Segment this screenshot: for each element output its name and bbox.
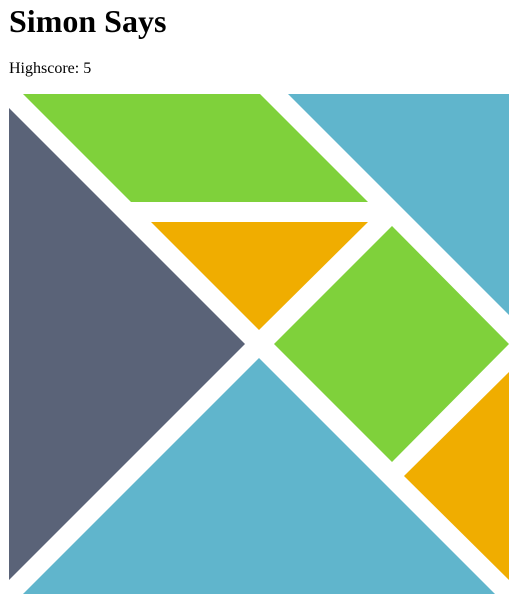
simon-says-page: Simon Says Highscore: 5 xyxy=(0,0,519,605)
tangram-svg xyxy=(9,94,509,594)
tangram-board xyxy=(9,94,509,594)
highscore-text: Highscore: 5 xyxy=(9,60,92,77)
page-title: Simon Says xyxy=(9,3,167,39)
